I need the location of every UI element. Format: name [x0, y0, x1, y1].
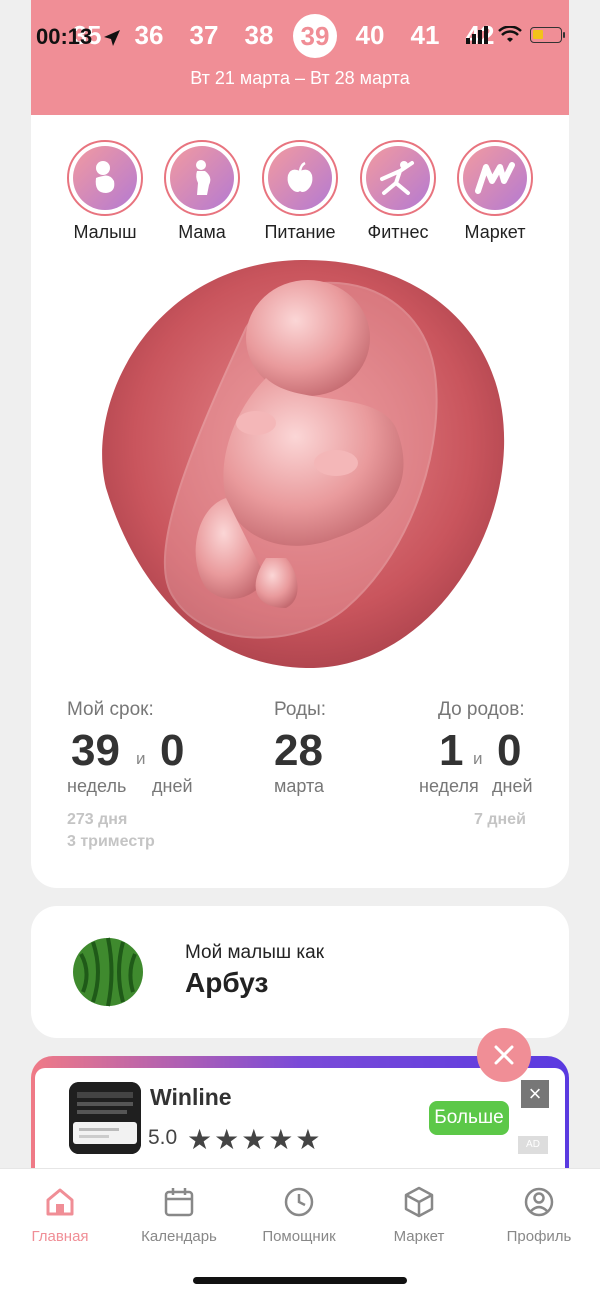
- home-icon: [46, 1188, 74, 1216]
- trimester: 3 триместр: [67, 833, 155, 850]
- term-days-value: 0: [160, 726, 185, 775]
- feature-label: Маркет: [464, 222, 526, 242]
- calendar-icon: [164, 1188, 194, 1217]
- days-until-birth: 7 дней: [474, 811, 526, 828]
- tab-label: Профиль: [506, 1228, 572, 1245]
- term-and: и: [136, 749, 146, 768]
- baby-icon: [95, 161, 115, 193]
- tab-label: Маркет: [393, 1228, 445, 1245]
- close-ad-button[interactable]: [477, 1028, 531, 1082]
- term-weeks-value: 39: [71, 726, 120, 775]
- status-bar: 00:13: [0, 0, 600, 70]
- tab-profile[interactable]: Профиль: [484, 1185, 594, 1245]
- tab-home[interactable]: Главная: [5, 1185, 115, 1245]
- until-days-value: 0: [497, 726, 522, 775]
- close-icon: [494, 1045, 514, 1065]
- until-days-unit: дней: [492, 776, 533, 796]
- feature-nutrition[interactable]: Питание: [250, 140, 350, 243]
- until-label: До родов:: [438, 699, 525, 720]
- tab-label: Главная: [31, 1228, 89, 1245]
- birth-day-value: 28: [274, 726, 323, 775]
- size-card-fruit: Арбуз: [185, 967, 269, 998]
- feature-baby[interactable]: Малыш: [55, 140, 155, 243]
- ad-rating: 5.0: [148, 1126, 178, 1149]
- size-card-subtitle: Мой малыш как: [185, 942, 325, 963]
- battery-icon: [530, 27, 565, 43]
- tab-assistant[interactable]: Помощник: [244, 1185, 354, 1245]
- home-indicator[interactable]: [193, 1277, 407, 1284]
- birth-label: Роды:: [274, 699, 327, 720]
- fetus-illustration[interactable]: [96, 258, 506, 670]
- status-time: 00:13: [36, 24, 93, 49]
- term-days-unit: дней: [152, 776, 193, 796]
- profile-icon: [524, 1187, 554, 1217]
- box-icon: [404, 1186, 434, 1218]
- feature-fitness[interactable]: Фитнес: [348, 140, 448, 243]
- total-days: 273 дня: [67, 811, 128, 828]
- baby-size-card[interactable]: Мой малыш как Арбуз: [31, 906, 569, 1038]
- term-label: Мой срок:: [67, 699, 154, 720]
- clock-icon: [284, 1187, 314, 1217]
- until-weeks-value: 1: [439, 726, 464, 775]
- location-arrow-icon: [104, 30, 120, 46]
- ad-app-thumbnail: [69, 1082, 141, 1154]
- cellular-signal-icon: [466, 26, 488, 44]
- feature-label: Мама: [178, 222, 226, 242]
- ad-title: Winline: [150, 1084, 232, 1110]
- term-weeks-unit: недель: [67, 776, 127, 796]
- fitness-pose-icon: [380, 161, 414, 195]
- tab-label: Помощник: [262, 1228, 336, 1245]
- ad-close-button[interactable]: ×: [521, 1080, 549, 1108]
- watermelon-icon: [73, 937, 143, 1007]
- wifi-icon: [498, 26, 522, 42]
- until-and: и: [473, 749, 483, 768]
- tab-market[interactable]: Маркет: [364, 1185, 474, 1245]
- ad-badge: AD: [518, 1136, 548, 1154]
- tab-calendar[interactable]: Календарь: [124, 1185, 234, 1245]
- feature-label: Малыш: [73, 222, 137, 242]
- until-weeks-unit: неделя: [419, 776, 479, 796]
- feature-label: Фитнес: [367, 222, 429, 242]
- tab-label: Календарь: [141, 1228, 217, 1245]
- feature-market[interactable]: Маркет: [445, 140, 545, 243]
- market-logo-icon: [475, 162, 515, 194]
- ad-thumbnail-image: [69, 1082, 141, 1154]
- ad-rating-stars: ★★★★★: [187, 1124, 323, 1155]
- pregnant-woman-icon: [196, 160, 211, 195]
- week-date-range: Вт 21 марта – Вт 28 марта: [190, 68, 410, 88]
- feature-mom[interactable]: Мама: [152, 140, 252, 243]
- apple-icon: [287, 161, 313, 192]
- birth-month: марта: [274, 776, 325, 796]
- feature-label: Питание: [264, 222, 336, 242]
- ad-more-button[interactable]: Больше: [429, 1101, 509, 1135]
